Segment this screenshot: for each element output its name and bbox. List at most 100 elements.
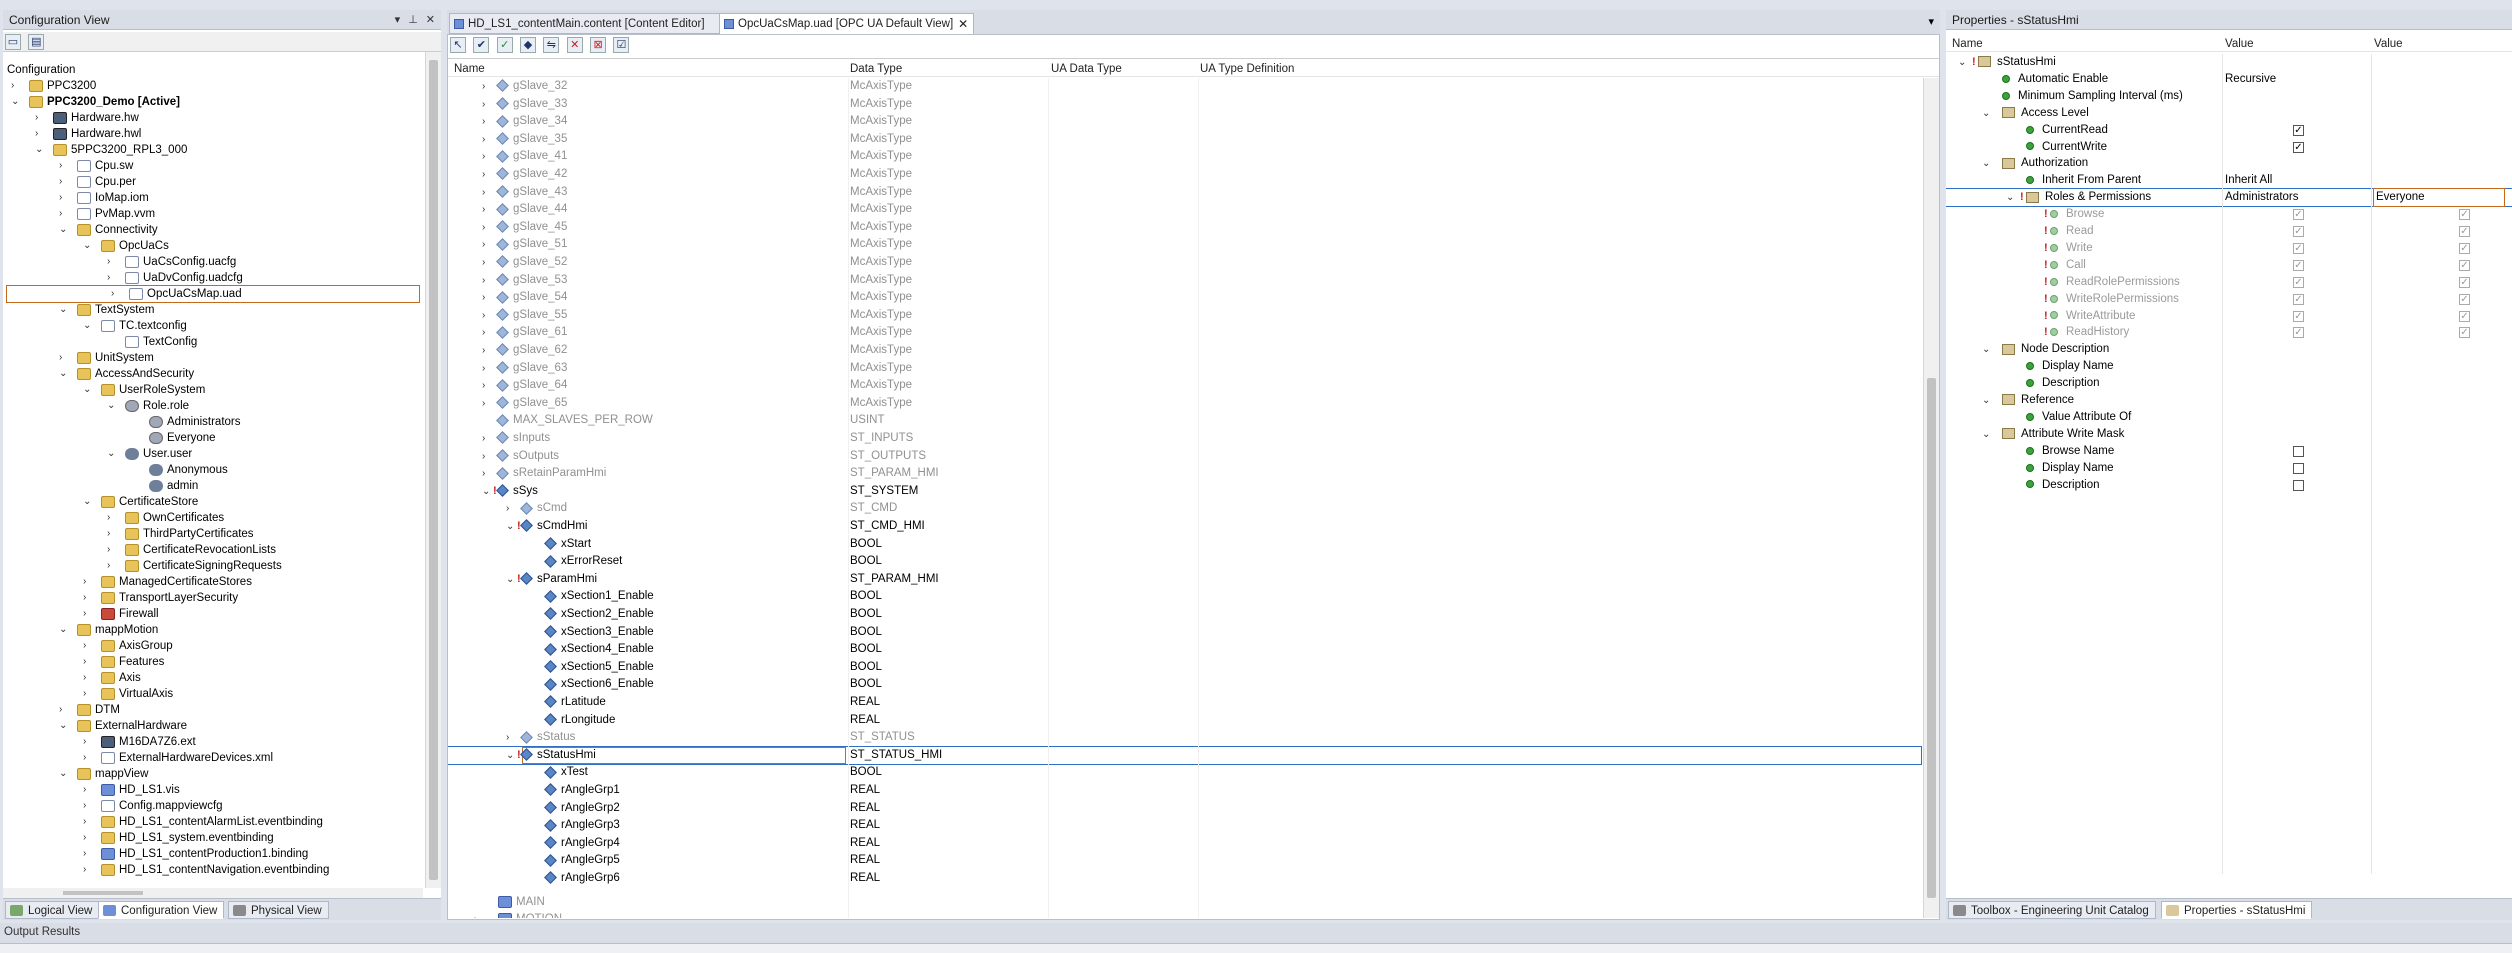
expand-icon[interactable]: ⌄ (1982, 155, 1990, 172)
table-row[interactable]: ⌄! sSys ST_SYSTEM (448, 483, 1903, 500)
toggle-button[interactable]: ⇋ (543, 37, 560, 53)
checkbox[interactable]: ✓ (2459, 310, 2470, 322)
validate-button[interactable]: ☑ (613, 37, 630, 53)
table-row[interactable]: › gSlave_53 McAxisType (448, 272, 1903, 289)
expand-icon[interactable]: › (83, 686, 93, 702)
expand-icon[interactable]: › (482, 448, 485, 465)
table-row[interactable]: ⌄! sStatusHmi ST_STATUS_HMI (448, 745, 1922, 765)
tree-item[interactable]: Administrators (3, 414, 423, 430)
table-row[interactable]: xSection1_Enable BOOL (448, 588, 1903, 605)
expand-icon[interactable]: › (83, 654, 93, 670)
tree-item[interactable]: › PvMap.vvm (3, 206, 423, 222)
tree-item[interactable]: › CertificateSigningRequests (3, 558, 423, 574)
table-row[interactable]: › gSlave_45 McAxisType (448, 219, 1903, 236)
expand-icon[interactable]: ⌄ (506, 571, 514, 588)
expand-icon[interactable]: › (482, 148, 485, 165)
tree-item[interactable]: › DTM (3, 702, 423, 718)
checkbox[interactable]: ✓ (2293, 327, 2304, 339)
table-row[interactable]: › gSlave_34 McAxisType (448, 113, 1903, 130)
property-row[interactable]: Display Name (1946, 460, 2512, 477)
tree-item[interactable]: ⌄ Role.role (3, 398, 423, 414)
scroll-thumb[interactable] (1927, 378, 1936, 898)
property-row[interactable]: Browse Name (1946, 443, 2512, 460)
expand-icon[interactable]: ⌄ (83, 382, 93, 398)
expand-icon[interactable]: › (482, 360, 485, 377)
remove-button[interactable]: ⊠ (590, 37, 607, 53)
expand-icon[interactable]: › (482, 166, 485, 183)
col-value-2[interactable]: Value (2374, 36, 2403, 52)
tree-item[interactable]: ⌄ OpcUaCs (3, 238, 423, 254)
expand-icon[interactable]: › (506, 500, 509, 517)
table-row[interactable]: xErrorReset BOOL (448, 553, 1903, 570)
configuration-scrollbar[interactable] (425, 52, 441, 888)
table-row[interactable]: › sCmd ST_CMD (448, 500, 1903, 517)
delete-button[interactable]: ✕ (566, 37, 583, 53)
tab-opcua-default-view[interactable]: OpcUaCsMap.uad [OPC UA Default View] ✕ (719, 13, 975, 34)
property-value-1[interactable]: Recursive (2225, 71, 2276, 88)
expand-icon[interactable]: › (59, 174, 69, 190)
expand-icon[interactable]: › (107, 558, 117, 574)
expand-icon[interactable]: › (107, 254, 117, 270)
expand-icon[interactable]: › (83, 638, 93, 654)
table-row[interactable]: › gSlave_61 McAxisType (448, 324, 1903, 341)
expand-icon[interactable]: › (482, 96, 485, 113)
expand-icon[interactable]: ⌄ (59, 622, 69, 638)
table-row[interactable]: › gSlave_54 McAxisType (448, 289, 1903, 306)
expand-icon[interactable]: › (482, 430, 485, 447)
expand-icon[interactable]: › (35, 126, 45, 142)
property-row[interactable]: ! WriteRolePermissions ✓ ✓ (1946, 291, 2512, 308)
expand-icon[interactable]: ⌄ (59, 366, 69, 382)
expand-icon[interactable]: › (59, 350, 69, 366)
expand-icon[interactable]: › (474, 911, 477, 918)
tree-item[interactable]: › HD_LS1.vis (3, 782, 423, 798)
horizontal-scrollbar[interactable] (3, 888, 423, 898)
property-row[interactable]: ⌄ Reference (1946, 392, 2512, 409)
check-button[interactable]: ✓ (496, 37, 513, 53)
property-row[interactable]: ! WriteAttribute ✓ ✓ (1946, 308, 2512, 325)
expand-icon[interactable]: › (83, 798, 93, 814)
view-options-button[interactable]: ▤ (28, 34, 45, 50)
pin-icon[interactable]: ⊥ (408, 14, 418, 26)
tab-content-editor[interactable]: HD_LS1_contentMain.content [Content Edit… (449, 13, 726, 34)
expand-icon[interactable]: › (83, 782, 93, 798)
tree-item[interactable]: Anonymous (3, 462, 423, 478)
checkbox[interactable]: ✓ (2459, 209, 2470, 221)
expand-icon[interactable]: › (35, 110, 45, 126)
table-row[interactable]: rAngleGrp3 REAL (448, 817, 1903, 834)
expand-icon[interactable]: › (482, 465, 485, 482)
expand-icon[interactable]: › (482, 131, 485, 148)
tree-item[interactable]: › Hardware.hw (3, 110, 423, 126)
expand-icon[interactable]: › (107, 510, 117, 526)
expand-icon[interactable]: › (83, 830, 93, 846)
tree-item[interactable]: › CertificateRevocationLists (3, 542, 423, 558)
table-row[interactable]: › gSlave_63 McAxisType (448, 360, 1903, 377)
table-row[interactable]: rLatitude REAL (448, 694, 1903, 711)
expand-icon[interactable]: ⌄ (35, 142, 45, 158)
expand-icon[interactable]: ⌄ (1982, 392, 1990, 409)
tree-item[interactable]: TextConfig (3, 334, 423, 350)
checkbox[interactable]: ✓ (2459, 276, 2470, 288)
checkbox[interactable]: ✓ (2459, 259, 2470, 271)
col-ua-data-type[interactable]: UA Data Type (1051, 61, 1122, 77)
expand-icon[interactable]: › (59, 702, 69, 718)
checkbox[interactable]: ✓ (2293, 242, 2304, 254)
program-row[interactable]: › MOTION (448, 911, 1903, 918)
expand-icon[interactable]: › (11, 78, 21, 94)
property-row[interactable]: ! Read ✓ ✓ (1946, 223, 2512, 240)
tree-item[interactable]: ⌄ Connectivity (3, 222, 423, 238)
table-row[interactable]: rAngleGrp6 REAL (448, 870, 1903, 887)
expand-icon[interactable]: › (482, 377, 485, 394)
tab-dropdown-icon[interactable]: ▾ (1928, 15, 1934, 28)
expand-icon[interactable]: › (482, 324, 485, 341)
property-row[interactable]: Inherit From Parent Inherit All (1946, 172, 2512, 189)
property-value-1[interactable]: Inherit All (2225, 172, 2272, 189)
property-row[interactable]: ⌄! Roles & Permissions Administrators Every… (1946, 188, 2512, 208)
tree-item[interactable]: ⌄ TC.textconfig (3, 318, 423, 334)
expand-icon[interactable]: › (59, 158, 69, 174)
expand-icon[interactable]: › (482, 307, 485, 324)
table-row[interactable]: MAX_SLAVES_PER_ROW USINT (448, 412, 1903, 429)
expand-icon[interactable]: › (482, 184, 485, 201)
expand-icon[interactable]: ⌄ (83, 238, 93, 254)
checkbox[interactable]: ✓ (2293, 276, 2304, 288)
tree-item[interactable]: ⌄ AccessAndSecurity (3, 366, 423, 382)
